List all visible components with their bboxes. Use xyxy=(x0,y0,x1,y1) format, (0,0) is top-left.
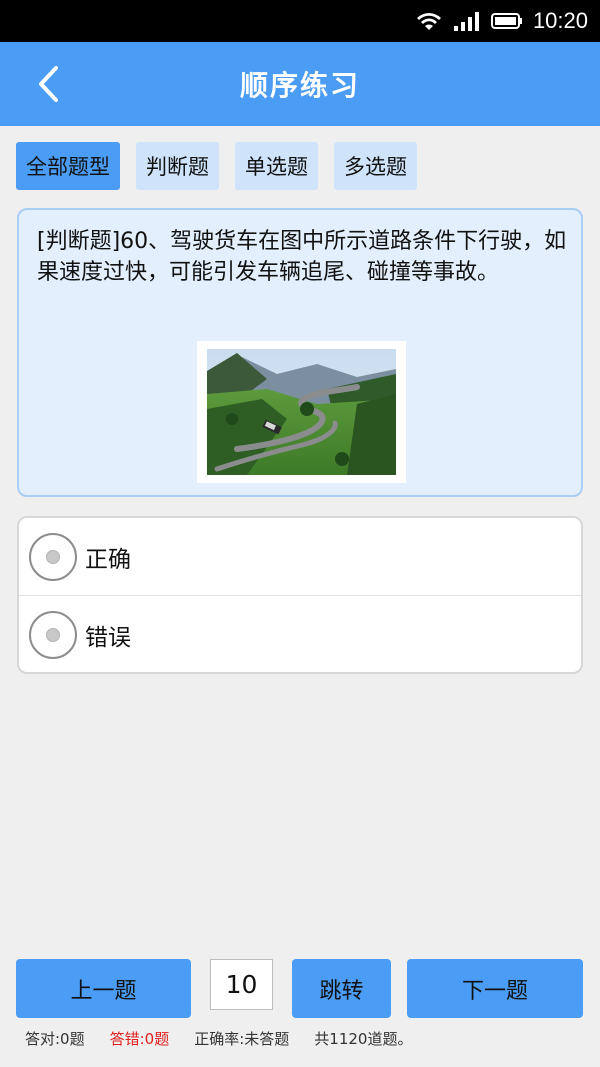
back-button[interactable] xyxy=(26,62,70,106)
radio-button[interactable] xyxy=(29,532,77,581)
answer-options: 正确 错误 xyxy=(17,516,583,674)
tab-single-choice[interactable]: 单选题 xyxy=(235,142,318,190)
radio-button[interactable] xyxy=(29,611,77,659)
option-wrong[interactable]: 错误 xyxy=(19,596,581,672)
bottom-navigation: 上一题 10 跳转 下一题 xyxy=(0,959,600,1019)
app-bar: 顺序练习 xyxy=(0,42,600,126)
tab-all[interactable]: 全部题型 xyxy=(16,142,120,190)
answer-stats: 答对:0题 答错:0题 正确率:未答题 共1120道题。 xyxy=(25,1028,412,1050)
status-bar: 10:20 xyxy=(0,0,600,42)
tab-true-false[interactable]: 判断题 xyxy=(136,142,219,190)
page-title: 顺序练习 xyxy=(239,69,360,102)
option-label: 正确 xyxy=(85,546,131,573)
accuracy-rate: 正确率:未答题 xyxy=(194,1030,290,1048)
chevron-left-icon xyxy=(39,66,58,102)
jump-button[interactable]: 跳转 xyxy=(292,959,391,1018)
correct-count: 答对:0题 xyxy=(25,1030,85,1048)
question-text: [判断题]60、驾驶货车在图中所示道路条件下行驶，如果速度过快，可能引发车辆追尾… xyxy=(37,229,567,285)
mountain-road-truck-image xyxy=(207,349,396,475)
signal-icon xyxy=(453,12,479,31)
status-time: 10:20 xyxy=(532,8,588,33)
wrong-count: 答错:0题 xyxy=(109,1030,170,1048)
battery-icon xyxy=(490,13,522,29)
next-question-button[interactable]: 下一题 xyxy=(407,959,583,1018)
question-card: [判断题]60、驾驶货车在图中所示道路条件下行驶，如果速度过快，可能引发车辆追尾… xyxy=(17,208,583,497)
question-number-input[interactable]: 10 xyxy=(210,959,273,1010)
radio-dot-icon xyxy=(46,628,60,642)
option-label: 错误 xyxy=(85,625,131,651)
question-image xyxy=(197,341,406,483)
tab-multiple-choice[interactable]: 多选题 xyxy=(334,142,417,190)
wifi-icon xyxy=(416,13,441,30)
question-type-tabs: 全部题型 判断题 单选题 多选题 xyxy=(16,142,417,190)
radio-dot-icon xyxy=(46,549,60,564)
prev-question-button[interactable]: 上一题 xyxy=(16,959,191,1018)
total-count: 共1120道题。 xyxy=(314,1030,413,1048)
option-correct[interactable]: 正确 xyxy=(19,518,581,596)
